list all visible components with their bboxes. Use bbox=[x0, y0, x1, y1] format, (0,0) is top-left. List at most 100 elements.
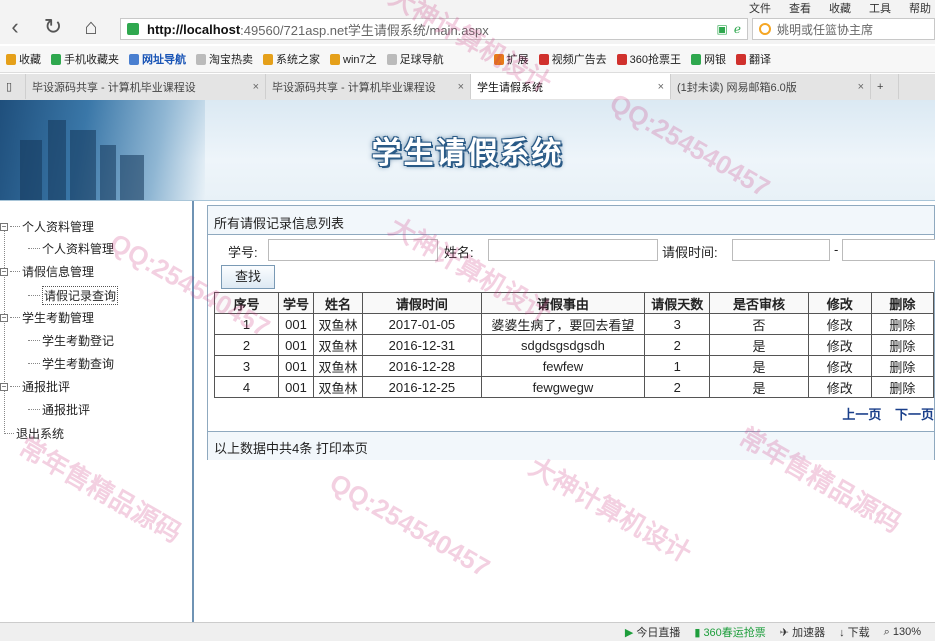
tree-group-criticism[interactable]: − 通报批评 bbox=[0, 378, 70, 395]
delete-link[interactable]: 删除 bbox=[870, 355, 935, 377]
collapse-icon[interactable]: − bbox=[0, 313, 8, 322]
next-page-link[interactable]: 下一页 bbox=[895, 407, 934, 422]
tree-group-profile[interactable]: − 个人资料管理 bbox=[0, 218, 94, 235]
edit-link[interactable]: 修改 bbox=[807, 355, 872, 377]
tab-history[interactable]: ▯ bbox=[0, 74, 26, 99]
watermark-text: 大神计算机设计 bbox=[523, 451, 697, 569]
menu-view[interactable]: 查看 bbox=[789, 0, 811, 16]
tab-1[interactable]: 毕设源码共享 - 计算机毕业课程设 × bbox=[26, 74, 266, 99]
prev-page-link[interactable]: 上一页 bbox=[842, 407, 881, 422]
bookmark-win7[interactable]: win7之 bbox=[330, 51, 377, 67]
collapse-icon[interactable]: − bbox=[0, 222, 8, 231]
status-download[interactable]: ↓ 下载 bbox=[839, 624, 870, 640]
leave-time-end-input[interactable] bbox=[842, 239, 935, 261]
cell-approved: 是 bbox=[709, 334, 809, 356]
collapse-icon[interactable]: − bbox=[0, 382, 8, 391]
sidebar-item-criticism[interactable]: 通报批评 bbox=[0, 401, 90, 418]
folder-icon bbox=[330, 53, 340, 65]
menu-favorites[interactable]: 收藏 bbox=[829, 0, 851, 16]
sidebar-item-attendance-query[interactable]: 学生考勤查询 bbox=[0, 355, 114, 372]
leave-time-start-input[interactable] bbox=[732, 239, 830, 261]
table-row: 3 001 双鱼林 2016-12-28 fewfew 1 是 修改 删除 bbox=[213, 355, 935, 377]
compat-mode-icon[interactable]: ▣ bbox=[717, 22, 728, 36]
home-icon[interactable]: ⌂ bbox=[78, 14, 104, 40]
browser-search-box[interactable]: 姚明或任篮协主席 bbox=[752, 18, 935, 40]
bookmark-syszj[interactable]: 系统之家 bbox=[263, 51, 320, 67]
cell-index: 4 bbox=[213, 376, 280, 398]
bookmark-translate[interactable]: 翻译 bbox=[735, 51, 771, 67]
edit-link[interactable]: 修改 bbox=[807, 313, 872, 335]
close-icon[interactable]: × bbox=[852, 81, 864, 93]
refresh-icon[interactable]: ↻ bbox=[40, 14, 66, 40]
phone-icon bbox=[51, 53, 61, 65]
sidebar-item-profile[interactable]: 个人资料管理 bbox=[0, 240, 114, 257]
cell-leave-time: 2017-01-05 bbox=[362, 313, 482, 335]
delete-link[interactable]: 删除 bbox=[870, 376, 935, 398]
status-accelerator[interactable]: ✈ 加速器 bbox=[780, 624, 825, 640]
sidebar-item-leave-query[interactable]: 请假记录查询 bbox=[0, 286, 119, 305]
print-link[interactable]: 打印本页 bbox=[316, 441, 368, 456]
delete-link[interactable]: 删除 bbox=[870, 313, 935, 335]
menu-file[interactable]: 文件 bbox=[749, 0, 771, 16]
sidebar-item-logout[interactable]: 退出系统 bbox=[4, 425, 64, 442]
zoom-icon: ⌕ bbox=[883, 625, 893, 638]
cell-leave-time: 2016-12-31 bbox=[362, 334, 482, 356]
leave-records-panel: 所有请假记录信息列表 学号: 姓名: 请假时间: - 查找 序号 学号 姓名 请… bbox=[207, 205, 935, 460]
tab-2[interactable]: 毕设源码共享 - 计算机毕业课程设 × bbox=[266, 74, 471, 99]
bookmark-video-ad[interactable]: 视频广告去 bbox=[538, 51, 607, 67]
cell-days: 2 bbox=[644, 376, 711, 398]
cell-reason: fewfew bbox=[480, 355, 646, 377]
edit-link[interactable]: 修改 bbox=[807, 376, 872, 398]
cell-approved: 否 bbox=[709, 313, 809, 335]
url-host: http://localhost bbox=[147, 21, 241, 37]
page-icon bbox=[196, 53, 206, 65]
bookmark-ticket[interactable]: 360抢票王 bbox=[616, 51, 681, 67]
col-header-student-id: 学号 bbox=[278, 292, 314, 314]
delete-link[interactable]: 删除 bbox=[870, 334, 935, 356]
student-id-input[interactable] bbox=[268, 239, 438, 261]
secure-shield-icon bbox=[127, 23, 139, 35]
panel-footer: 以上数据中共4条 打印本页 bbox=[208, 431, 934, 460]
bookmark-bank[interactable]: 网银 bbox=[690, 51, 726, 67]
bookmark-favorites[interactable]: 收藏 bbox=[6, 51, 41, 67]
tree-group-attendance[interactable]: − 学生考勤管理 bbox=[0, 309, 94, 326]
bookmark-mobile[interactable]: 手机收藏夹 bbox=[51, 51, 119, 67]
zoom-level[interactable]: ⌕ 130% bbox=[884, 626, 921, 639]
col-header-delete: 删除 bbox=[870, 292, 935, 314]
new-tab-icon[interactable]: + bbox=[871, 74, 899, 99]
close-icon[interactable]: × bbox=[652, 81, 664, 93]
status-live[interactable]: ▶ 今日直播 bbox=[625, 624, 681, 640]
search-button[interactable]: 查找 bbox=[221, 265, 275, 289]
collapse-icon[interactable]: − bbox=[0, 267, 8, 276]
tab-4[interactable]: (1封未读) 网易邮箱6.0版 × bbox=[671, 74, 871, 99]
tree-group-leave[interactable]: − 请假信息管理 bbox=[0, 263, 94, 280]
bookmark-football[interactable]: 足球导航 bbox=[386, 51, 444, 67]
cell-index: 3 bbox=[213, 355, 280, 377]
tab-active[interactable]: 学生请假系统 × bbox=[471, 74, 671, 99]
table-row: 2 001 双鱼林 2016-12-31 sdgdsgsdgsdh 2 是 修改… bbox=[213, 334, 935, 356]
cell-name: 双鱼林 bbox=[312, 313, 364, 335]
browser-menu: 文件 查看 收藏 工具 帮助 bbox=[749, 0, 931, 16]
back-icon[interactable]: ‹ bbox=[2, 14, 28, 40]
edit-link[interactable]: 修改 bbox=[807, 334, 872, 356]
bookmark-taobao[interactable]: 淘宝热卖 bbox=[196, 51, 253, 67]
page-icon bbox=[386, 53, 397, 65]
address-bar[interactable]: http://localhost :49560/721asp.net学生请假系统… bbox=[120, 18, 748, 40]
leave-time-label: 请假时间: bbox=[662, 245, 718, 260]
sidebar-item-attendance-register[interactable]: 学生考勤登记 bbox=[0, 332, 114, 349]
name-input[interactable] bbox=[488, 239, 658, 261]
ticket-icon bbox=[616, 53, 627, 65]
bookmark-extensions[interactable]: 扩展 bbox=[493, 51, 529, 67]
sidebar-tree: − 个人资料管理 个人资料管理 − 请假信息管理 请假记录查询 − 学生考勤管理 学生… bbox=[0, 201, 194, 625]
table-row: 1 001 双鱼林 2017-01-05 婆婆生病了，要回去看望 3 否 修改 … bbox=[213, 313, 935, 335]
close-icon[interactable]: × bbox=[452, 81, 464, 93]
cell-days: 3 bbox=[644, 313, 711, 335]
status-ticket[interactable]: ▮ 360春运抢票 bbox=[694, 624, 765, 640]
menu-help[interactable]: 帮助 bbox=[909, 0, 931, 16]
close-icon[interactable]: × bbox=[247, 81, 259, 93]
speed-mode-icon[interactable]: ℯ bbox=[734, 22, 741, 36]
play-icon bbox=[538, 53, 549, 65]
bookmarks-bar: 收藏 手机收藏夹 网址导航 淘宝热卖 系统之家 win7之 足球导航 扩展 视频… bbox=[0, 46, 935, 73]
bookmark-nav[interactable]: 网址导航 bbox=[129, 51, 186, 67]
menu-tools[interactable]: 工具 bbox=[869, 0, 891, 16]
